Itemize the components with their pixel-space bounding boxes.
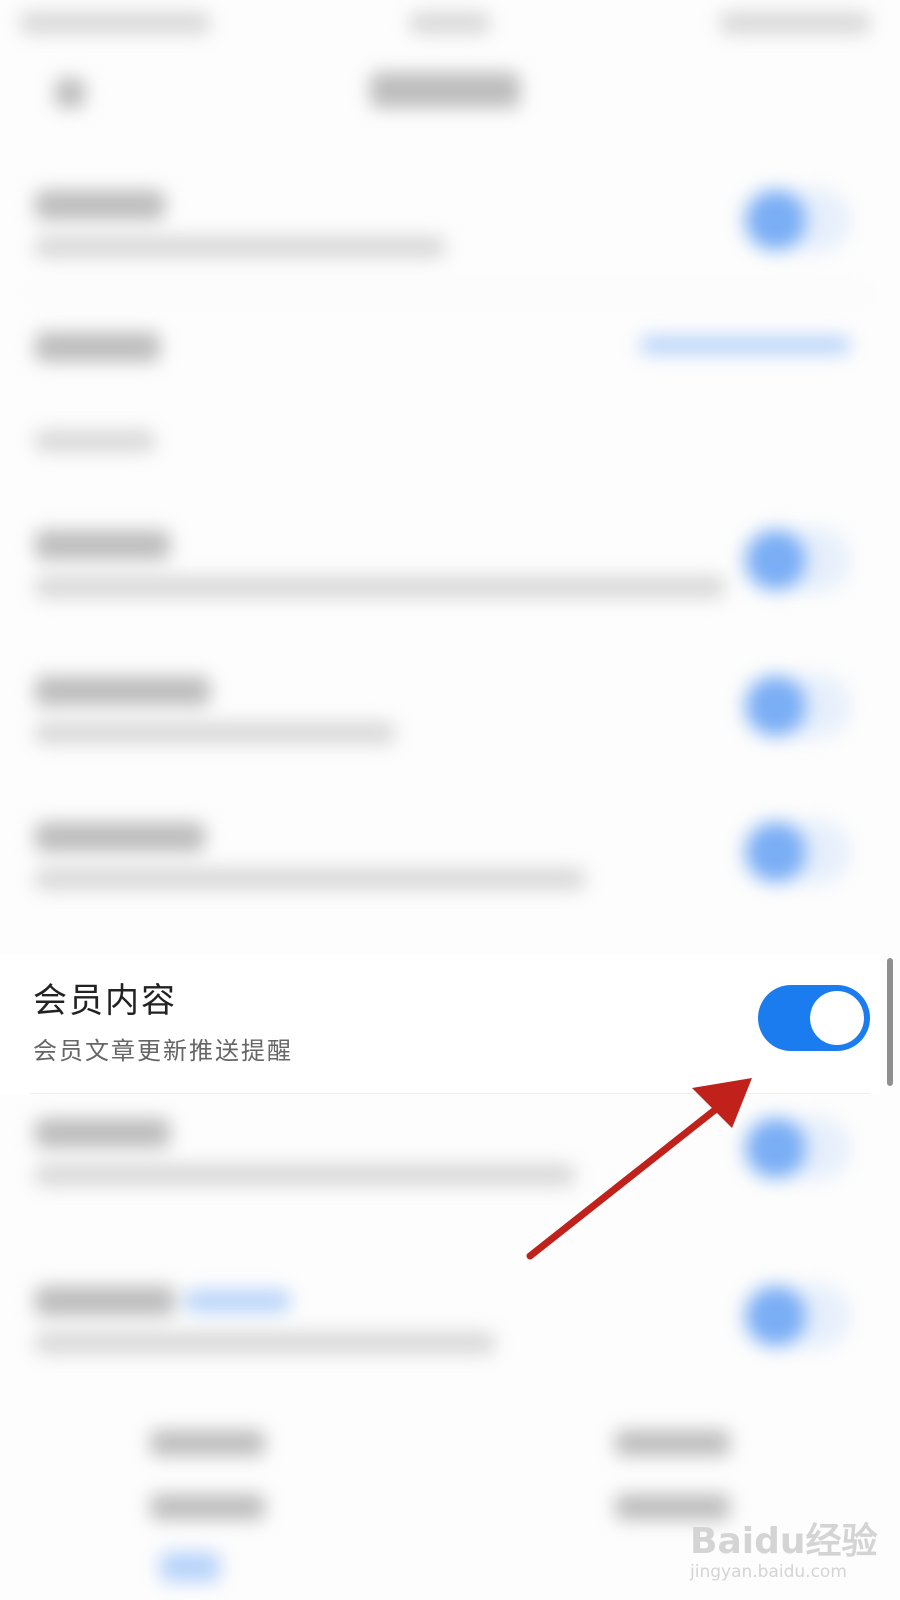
blurred-toggle [740, 528, 850, 592]
blurred-toggle [740, 188, 850, 252]
blurred-divider [30, 292, 870, 294]
blurred-row-title [35, 1118, 170, 1148]
blurred-footer-icon [160, 1552, 220, 1582]
blurred-row-sub [35, 1164, 575, 1186]
toggle-knob [810, 991, 864, 1045]
setting-title: 会员内容 [33, 981, 177, 1021]
blurred-toggle [740, 1284, 850, 1348]
setting-row-member-content: 会员内容 会员文章更新推送提醒 [0, 955, 880, 1095]
blurred-row-sub [35, 1332, 495, 1354]
row-divider [30, 1093, 870, 1094]
blurred-row-link [640, 336, 850, 354]
blurred-row-title [35, 676, 210, 706]
blurred-status-center [410, 12, 490, 34]
blurred-footer-text [150, 1494, 265, 1520]
blurred-row-title [35, 1286, 175, 1316]
blurred-row-sub [35, 722, 395, 744]
blurred-row-title [35, 530, 170, 560]
scrollbar[interactable] [887, 958, 893, 1086]
blurred-footer-text [615, 1430, 730, 1456]
blurred-row-tag [185, 1290, 290, 1312]
blurred-row-sub [35, 236, 445, 258]
watermark-url: jingyan.baidu.com [690, 1562, 847, 1582]
blurred-toggle [740, 674, 850, 738]
blurred-status-left [20, 12, 210, 34]
blurred-header-title [370, 72, 520, 108]
setting-subtitle: 会员文章更新推送提醒 [33, 1037, 293, 1065]
blurred-row-sub [35, 576, 725, 598]
blurred-status-right [720, 12, 870, 34]
blurred-toggle [740, 1116, 850, 1180]
blurred-background [0, 0, 900, 1600]
settings-screen: 会员内容 会员文章更新推送提醒 Baidu经验 jingyan.baidu.co… [0, 0, 900, 1600]
blurred-row-title [35, 190, 165, 220]
blurred-section-label [35, 430, 155, 452]
blurred-row-sub [35, 868, 585, 890]
watermark-logo: Baidu经验 [690, 1521, 878, 1562]
blurred-back-icon [55, 78, 85, 108]
blurred-footer-text [150, 1430, 265, 1456]
blurred-row-title [35, 332, 160, 362]
blurred-toggle [740, 820, 850, 884]
baidu-watermark: Baidu经验 jingyan.baidu.com [686, 1500, 886, 1590]
blurred-row-title [35, 822, 205, 852]
member-content-toggle[interactable] [758, 985, 870, 1051]
